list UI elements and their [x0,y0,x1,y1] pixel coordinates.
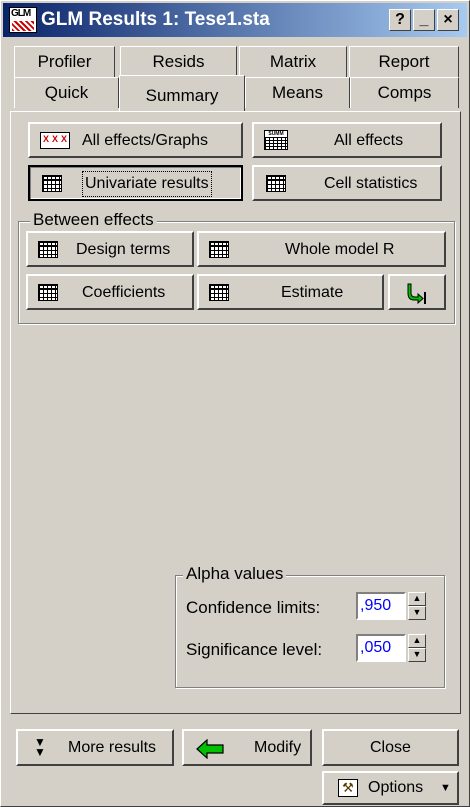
all-effects-graphs-label: All effects/Graphs [82,132,208,149]
options-button[interactable]: ⚒ Options ▼ [322,771,459,805]
title-bar[interactable]: GLM GLM Results 1: Tese1.sta ? _ × [3,3,467,37]
modify-button[interactable]: Modify [182,729,312,766]
between-effects-label: Between effects [30,211,157,229]
design-terms-button[interactable]: Design terms [26,231,194,267]
spreadsheet-icon [38,241,58,258]
window-title: GLM Results 1: Tese1.sta [41,9,270,30]
coefficients-button[interactable]: Coefficients [26,274,194,310]
close-window-button[interactable]: × [437,9,459,31]
tab-comps[interactable]: Comps [350,77,459,108]
green-arrow-down-icon [407,283,426,304]
cell-statistics-button[interactable]: Cell statistics [252,165,442,201]
significance-level-input[interactable]: ,050 [356,634,406,662]
spreadsheet-icon [266,175,286,192]
glm-icon-text: GLM [11,8,31,19]
double-chevron-down-icon: ▼ ▼ [34,735,46,759]
dropdown-arrow-icon: ▼ [440,782,451,794]
all-effects-label: All effects [334,132,404,149]
univariate-results-button[interactable]: Univariate results [28,165,243,201]
tab-profiler[interactable]: Profiler [14,46,115,77]
gavel-icon: ⚒ [338,779,358,797]
tab-summary[interactable]: Summary [119,75,245,111]
more-results-label: More results [68,739,157,756]
confidence-limits-label: Confidence limits: [186,598,321,617]
modify-label: Modify [254,739,302,756]
spin-up-icon[interactable]: ▲ [408,634,426,648]
cell-statistics-label: Cell statistics [324,175,418,192]
univariate-results-label: Univariate results [82,171,212,197]
minimize-button[interactable]: _ [413,9,435,31]
significance-level-label: Significance level: [186,640,323,659]
spreadsheet-icon [42,175,62,192]
options-label: Options [368,779,424,796]
summary-tab-panel: XXX All effects/Graphs SUMM All effects … [10,111,461,714]
green-left-arrow-icon [196,739,224,759]
estimate-label: Estimate [281,284,344,301]
confidence-limits-input[interactable]: ,950 [356,592,406,620]
design-terms-label: Design terms [76,241,171,258]
tab-quick[interactable]: Quick [14,77,119,108]
whole-model-r-button[interactable]: Whole model R [197,231,446,267]
tab-resids[interactable]: Resids [120,46,237,77]
effects-graphs-icon: XXX [40,132,70,149]
all-effects-graphs-button[interactable]: XXX All effects/Graphs [28,122,243,158]
spin-up-icon[interactable]: ▲ [408,592,426,606]
close-label: Close [370,739,411,756]
confidence-limits-spinner[interactable]: ▲ ▼ [408,592,426,620]
more-results-button[interactable]: ▼ ▼ More results [16,729,174,766]
tab-report[interactable]: Report [349,46,459,77]
estimate-options-button[interactable] [388,274,446,310]
help-button[interactable]: ? [389,9,411,31]
spin-down-icon[interactable]: ▼ [408,648,426,662]
all-effects-button[interactable]: SUMM All effects [252,122,442,158]
close-button[interactable]: Close [322,729,459,766]
alpha-values-label: Alpha values [183,565,287,583]
significance-level-spinner[interactable]: ▲ ▼ [408,634,426,662]
spreadsheet-icon [209,284,229,301]
glm-app-icon[interactable]: GLM [9,7,37,33]
tab-means[interactable]: Means [245,77,350,108]
spreadsheet-icon [209,241,229,258]
estimate-button[interactable]: Estimate [197,274,384,310]
summary-table-icon: SUMM [264,130,288,150]
glm-results-window: GLM GLM Results 1: Tese1.sta ? _ × Profi… [0,0,470,807]
spin-down-icon[interactable]: ▼ [408,606,426,620]
whole-model-r-label: Whole model R [285,241,395,258]
tab-matrix[interactable]: Matrix [239,46,347,77]
coefficients-label: Coefficients [82,284,166,301]
spreadsheet-icon [38,284,58,301]
